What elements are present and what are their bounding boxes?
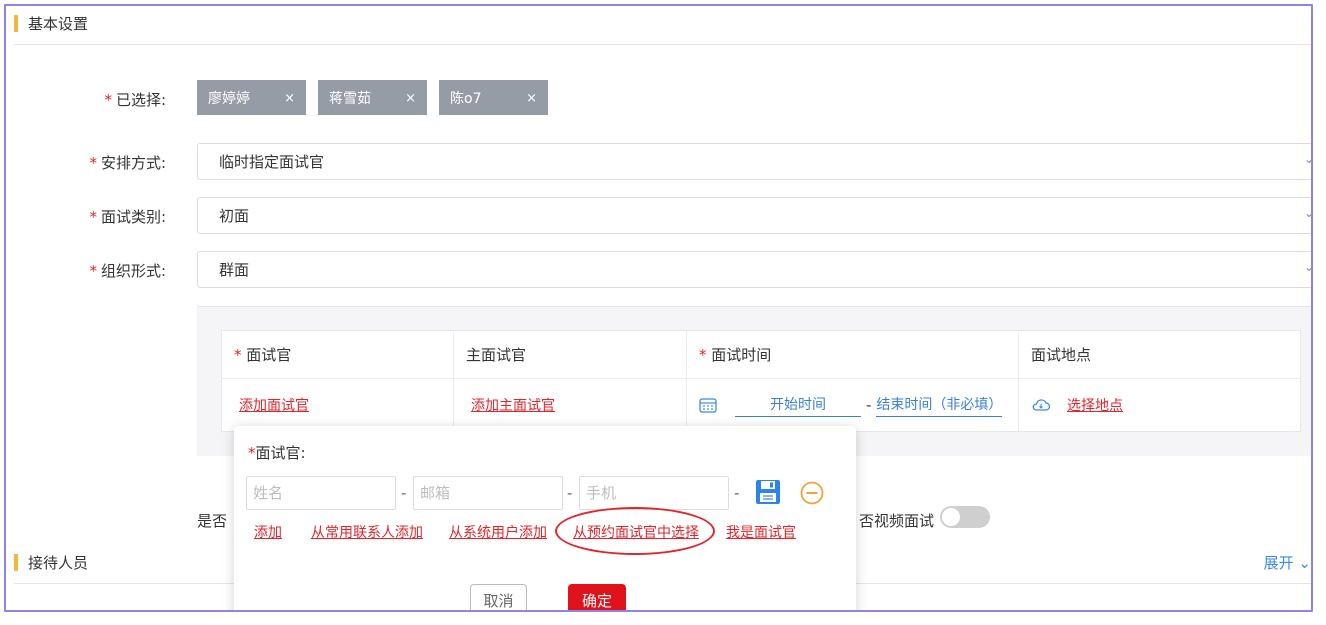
phone-input[interactable] — [579, 476, 729, 510]
add-from-contacts-link[interactable]: 从常用联系人添加 — [311, 522, 423, 542]
video-interview-label: 否视频面试 — [859, 512, 935, 530]
basic-settings-title: 基本设置 — [28, 14, 89, 33]
start-time-input[interactable]: 开始时间 — [735, 394, 861, 417]
selected-tag: 陈o7 × — [439, 80, 548, 115]
remove-circle-icon[interactable] — [800, 481, 824, 505]
expand-link[interactable]: 展开 ⌄ — [1264, 552, 1311, 573]
selected-label: * 已选择: — [104, 91, 166, 109]
selected-tag: 廖婷婷 × — [197, 80, 306, 115]
arrangement-select[interactable]: 临时指定面试官 ⌄ — [197, 143, 1313, 180]
category-select[interactable]: 初面 ⌄ — [197, 197, 1313, 234]
basic-settings-header: 基本设置 — [14, 8, 88, 38]
format-select[interactable]: 群面 ⌄ — [197, 251, 1313, 288]
tag-close-icon[interactable]: × — [405, 91, 416, 106]
popup-title: *面试官: — [248, 444, 306, 462]
table-header-row: * 面试官 主面试官 * 面试时间 面试地点 — [222, 331, 1300, 379]
cancel-button[interactable]: 取消 — [470, 584, 527, 610]
selected-tag: 蒋雪茹 × — [318, 80, 427, 115]
cell-main-interviewer: 添加主面试官 — [454, 379, 687, 431]
header-interview-time: * 面试时间 — [687, 331, 1019, 378]
cloud-location-icon[interactable] — [1031, 398, 1051, 412]
choose-location-link[interactable]: 选择地点 — [1067, 395, 1123, 415]
chevron-down-icon: ⌄ — [1303, 152, 1313, 166]
section-bar — [14, 14, 18, 32]
format-label: * 组织形式: — [89, 262, 166, 280]
chevron-down-icon: ⌄ — [1303, 260, 1313, 274]
video-interview-toggle[interactable] — [940, 506, 990, 528]
tag-close-icon[interactable]: × — [284, 91, 295, 106]
category-label: * 面试类别: — [89, 208, 166, 226]
add-main-interviewer-link[interactable]: 添加主面试官 — [471, 395, 555, 415]
end-time-input[interactable]: 结束时间（非必填） — [876, 394, 1003, 417]
select-from-booked-interviewers-link[interactable]: 从预约面试官中选择 — [573, 522, 699, 542]
toggle-knob — [942, 508, 960, 526]
cell-interview-time: 开始时间 - 结束时间（非必填） — [687, 379, 1019, 431]
chevron-down-icon: ⌄ — [1303, 206, 1313, 220]
save-icon[interactable] — [755, 479, 781, 505]
add-link[interactable]: 添加 — [254, 522, 282, 542]
confirm-button[interactable]: 确定 — [568, 584, 626, 610]
name-input[interactable] — [246, 476, 396, 510]
email-input[interactable] — [413, 476, 563, 510]
settings-frame: 基本设置 * 已选择: 廖婷婷 × 蒋雪茹 × 陈o7 × * 安排方式: 临时指定… — [4, 4, 1313, 612]
cell-interviewer: 添加面试官 — [222, 379, 454, 431]
add-interviewer-link[interactable]: 添加面试官 — [239, 395, 309, 415]
header-interviewer: * 面试官 — [222, 331, 454, 378]
cell-interview-location: 选择地点 — [1019, 379, 1300, 431]
reception-header: 接待人员 — [14, 547, 88, 577]
header-main-interviewer: 主面试官 — [454, 331, 687, 378]
left-option-label: 是否 — [197, 512, 228, 530]
section-bar — [14, 553, 18, 571]
divider — [14, 44, 1311, 45]
add-interviewer-popup: *面试官: - - - 添加 从常用联系人添加 从系统用户添加 从预约面试官中选… — [234, 426, 856, 610]
reception-title: 接待人员 — [28, 553, 89, 572]
header-interview-location: 面试地点 — [1031, 346, 1092, 364]
table-row: 添加面试官 添加主面试官 开始时间 - 结束时间（非必填） 选择地点 — [222, 379, 1300, 431]
add-from-system-users-link[interactable]: 从系统用户添加 — [449, 522, 547, 542]
interviewer-table: * 面试官 主面试官 * 面试时间 面试地点 添加面试官 添加主面试官 开始时间… — [221, 330, 1301, 432]
calendar-icon[interactable] — [699, 397, 717, 413]
i-am-interviewer-link[interactable]: 我是面试官 — [726, 522, 796, 542]
tag-close-icon[interactable]: × — [526, 91, 537, 106]
arrangement-label: * 安排方式: — [89, 154, 166, 172]
